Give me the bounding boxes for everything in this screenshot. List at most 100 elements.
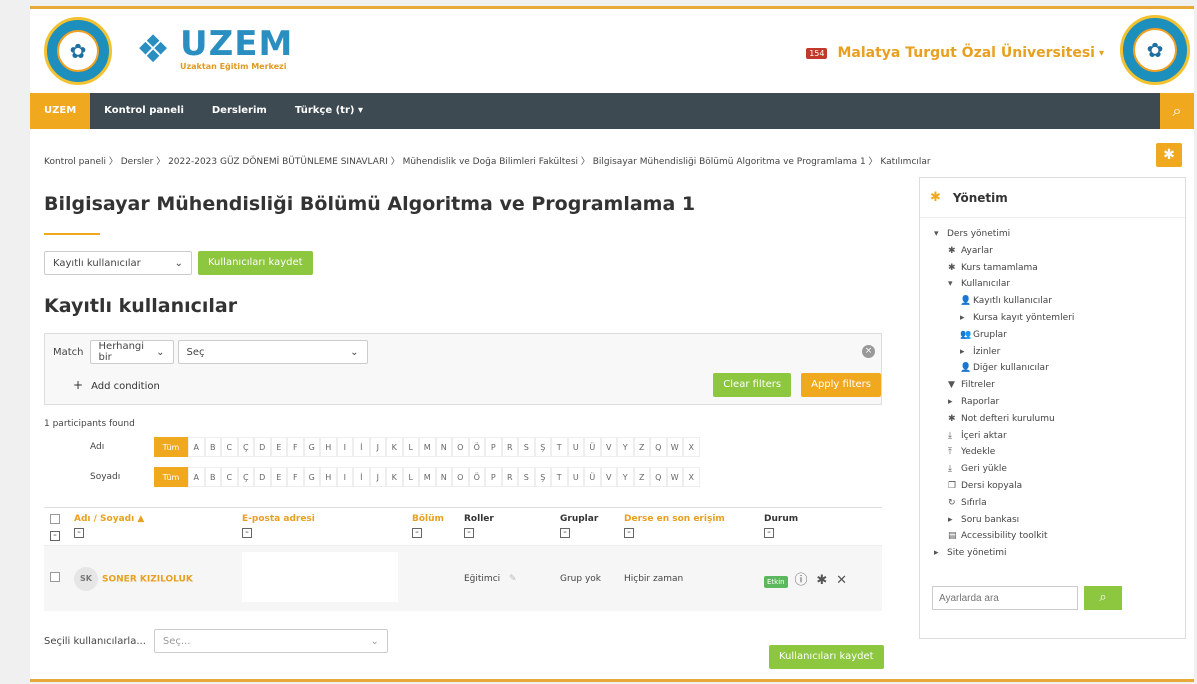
university-name[interactable]: Malatya Turgut Özal Üniversitesi	[837, 45, 1094, 61]
collapse-icon[interactable]: –	[412, 528, 422, 538]
initial-letter[interactable]: A	[188, 437, 205, 457]
gear-icon[interactable]: ✱	[1156, 143, 1182, 167]
initial-letter[interactable]: Y	[617, 437, 634, 457]
admin-tree-item[interactable]: ▼ Filtreler	[934, 377, 1171, 394]
initial-letter[interactable]: D	[254, 467, 271, 487]
admin-tree-item[interactable]: ▸ İzinler	[934, 344, 1171, 361]
initial-letter[interactable]: Ü	[584, 467, 601, 487]
admin-tree-item[interactable]: ▸ Kursa kayıt yöntemleri	[934, 310, 1171, 327]
initial-letter[interactable]: P	[485, 467, 502, 487]
add-condition-button[interactable]: + Add condition	[73, 378, 160, 392]
nav-dashboard[interactable]: Kontrol paneli	[90, 93, 198, 129]
initial-letter[interactable]: Ö	[468, 467, 485, 487]
delete-icon[interactable]: ✕	[836, 573, 847, 588]
initial-letter[interactable]: Ç	[237, 467, 254, 487]
initial-letter[interactable]: B	[204, 467, 221, 487]
header-last-access[interactable]: Derse en son erişim	[624, 514, 725, 524]
collapse-icon[interactable]: –	[624, 528, 634, 538]
notification-badge[interactable]: 154	[806, 47, 828, 59]
header-email[interactable]: E-posta adresi	[242, 514, 315, 524]
initial-letter[interactable]: X	[683, 437, 700, 457]
initial-all[interactable]: Tüm	[154, 437, 188, 457]
initial-letter[interactable]: B	[204, 437, 221, 457]
initial-letter[interactable]: C	[221, 437, 238, 457]
initial-letter[interactable]: V	[600, 467, 617, 487]
collapse-icon[interactable]: –	[74, 528, 84, 538]
nav-uzem[interactable]: UZEM	[30, 93, 91, 129]
initial-letter[interactable]: F	[287, 437, 304, 457]
settings-search-input[interactable]	[932, 586, 1078, 610]
enrol-users-button[interactable]: Kullanıcıları kaydet	[198, 251, 313, 275]
initial-letter[interactable]: G	[303, 467, 320, 487]
bulk-action-select[interactable]: Seç... ⌄	[153, 629, 388, 653]
admin-tree-item[interactable]: ▤ Accessibility toolkit	[934, 528, 1171, 545]
admin-tree-item[interactable]: ↻ Sıfırla	[934, 495, 1171, 512]
collapse-icon[interactable]: –	[50, 531, 60, 541]
initial-letter[interactable]: İ	[353, 437, 370, 457]
row-checkbox[interactable]	[50, 572, 60, 582]
initial-letter[interactable]: I	[336, 467, 353, 487]
collapse-icon[interactable]: –	[560, 528, 570, 538]
initial-letter[interactable]: K	[386, 437, 403, 457]
admin-tree-item[interactable]: ▾ Kullanıcılar	[934, 276, 1171, 293]
initial-letter[interactable]: N	[435, 467, 452, 487]
user-name-link[interactable]: SONER KIZILOLUK	[102, 574, 193, 584]
initial-letter[interactable]: W	[666, 437, 683, 457]
initial-letter[interactable]: T	[551, 467, 568, 487]
initial-letter[interactable]: P	[485, 437, 502, 457]
search-icon[interactable]: ⌕	[1160, 93, 1194, 129]
uzem-logo[interactable]: ❖ UZEM Uzaktan Eğitim Merkezi	[130, 23, 293, 75]
select-all-checkbox[interactable]	[50, 514, 60, 524]
initial-letter[interactable]: V	[600, 437, 617, 457]
admin-tree-item[interactable]: 👥 Gruplar	[934, 327, 1171, 344]
admin-tree-item[interactable]: ⤓ Geri yükle	[934, 461, 1171, 478]
initial-letter[interactable]: F	[287, 467, 304, 487]
header-name[interactable]: Adı / Soyadı	[74, 514, 134, 524]
info-icon[interactable]: ⓘ	[794, 573, 807, 588]
remove-filter-icon[interactable]: ×	[862, 345, 875, 358]
initial-letter[interactable]: J	[369, 437, 386, 457]
admin-tree-item[interactable]: ▸ Site yönetimi	[934, 545, 1171, 562]
initial-letter[interactable]: U	[567, 467, 584, 487]
admin-tree-item[interactable]: ⤓ İçeri aktar	[934, 428, 1171, 445]
avatar[interactable]: SK	[74, 566, 98, 591]
header-department[interactable]: Bölüm	[412, 514, 444, 524]
initial-letter[interactable]: R	[501, 467, 518, 487]
initial-letter[interactable]: D	[254, 437, 271, 457]
initial-letter[interactable]: H	[320, 437, 337, 457]
initial-letter[interactable]: İ	[353, 467, 370, 487]
admin-tree-item[interactable]: ⤒ Yedekle	[934, 444, 1171, 461]
admin-tree-item[interactable]: ✱ Ayarlar	[934, 243, 1171, 260]
admin-tree-item[interactable]: ▸ Soru bankası	[934, 512, 1171, 529]
university-seal-logo[interactable]: ✿	[44, 17, 112, 85]
university-seal-logo-right[interactable]: ✿	[1120, 15, 1190, 85]
initial-letter[interactable]: X	[683, 467, 700, 487]
initial-letter[interactable]: M	[419, 437, 436, 457]
pencil-icon[interactable]: ✎	[509, 574, 517, 584]
sort-asc-icon[interactable]: ▲	[137, 514, 144, 524]
collapse-icon[interactable]: –	[764, 528, 774, 538]
initial-letter[interactable]: Ş	[534, 437, 551, 457]
initial-letter[interactable]: N	[435, 437, 452, 457]
initial-letter[interactable]: J	[369, 467, 386, 487]
admin-tree-item[interactable]: 👤 Diğer kullanıcılar	[934, 360, 1171, 377]
initial-letter[interactable]: A	[188, 467, 205, 487]
initial-letter[interactable]: E	[270, 437, 287, 457]
initial-letter[interactable]: Ö	[468, 437, 485, 457]
initial-letter[interactable]: L	[402, 467, 419, 487]
initial-letter[interactable]: R	[501, 437, 518, 457]
initial-letter[interactable]: Z	[633, 437, 650, 457]
admin-tree-item[interactable]: 👤 Kayıtlı kullanıcılar	[934, 293, 1171, 310]
admin-tree-item[interactable]: ▸ Raporlar	[934, 394, 1171, 411]
admin-tree-item[interactable]: ✱ Kurs tamamlama	[934, 260, 1171, 277]
initial-letter[interactable]: S	[518, 467, 535, 487]
collapse-icon[interactable]: –	[464, 528, 474, 538]
enrol-users-button-bottom[interactable]: Kullanıcıları kaydet	[769, 645, 884, 669]
nav-my-courses[interactable]: Derslerim	[198, 93, 281, 129]
initial-letter[interactable]: H	[320, 467, 337, 487]
initial-letter[interactable]: O	[452, 437, 469, 457]
initial-letter[interactable]: L	[402, 437, 419, 457]
clear-filters-button[interactable]: Clear filters	[713, 373, 792, 397]
initial-letter[interactable]: O	[452, 467, 469, 487]
breadcrumb[interactable]: Kontrol paneli 〉 Dersler 〉 2022-2023 GÜZ…	[44, 154, 931, 167]
